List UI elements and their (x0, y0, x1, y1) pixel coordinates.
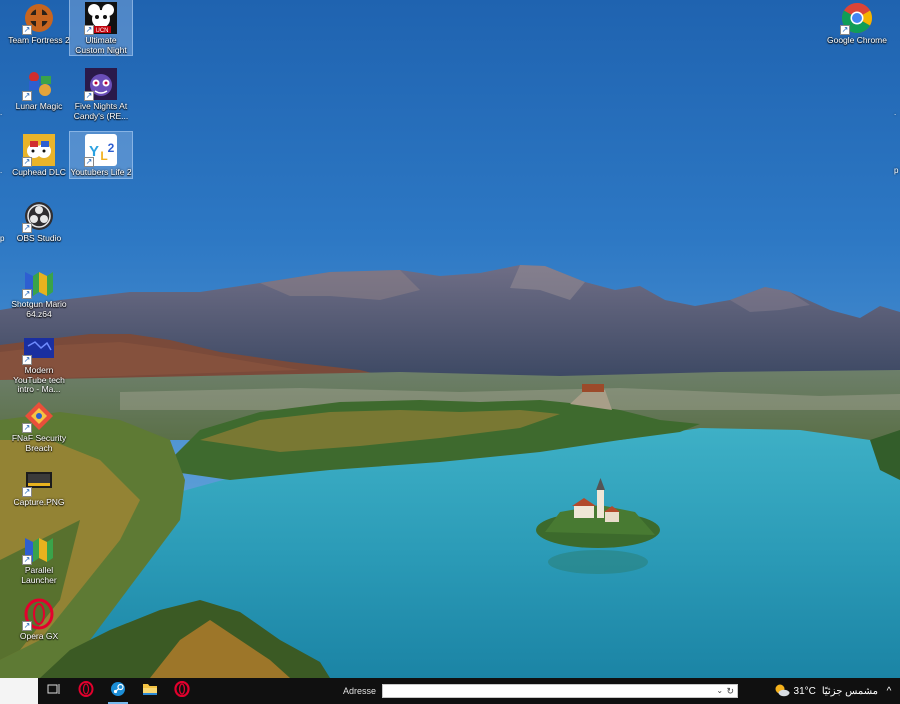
shortcut-arrow-icon: ↗ (84, 25, 94, 35)
shortcut-arrow-icon: ↗ (22, 487, 32, 497)
shortcut-arrow-icon: ↗ (22, 555, 32, 565)
desktop-icon-lunar[interactable]: ↗ Lunar Magic (8, 66, 70, 112)
taskbar-file-explorer[interactable] (134, 678, 166, 704)
taskbar: Adresse ⌄ ↻ 31°C مشمس جزئيًا ^ (0, 678, 900, 704)
desktop-icon-capture[interactable]: ↗ Capture.PNG (8, 462, 70, 508)
fnaf-security-breach-icon: ↗ (22, 400, 55, 433)
weather-widget[interactable]: 31°C مشمس جزئيًا (774, 683, 878, 700)
team-fortress-2-icon: ↗ (22, 2, 55, 35)
desktop-icon-label: Google Chrome (826, 35, 887, 45)
task-view-button[interactable] (38, 678, 70, 704)
start-button[interactable] (0, 678, 38, 704)
desktop-icon-ucn[interactable]: UCN ↗ Ultimate Custom Night (69, 0, 133, 56)
chrome-icon: ↗ (840, 2, 873, 35)
shortcut-arrow-icon: ↗ (22, 157, 32, 167)
task-view-icon (47, 682, 61, 700)
shortcut-arrow-icon: ↗ (22, 423, 32, 433)
desktop-icon-label: Opera GX (19, 631, 59, 641)
desktop-wallpaper (0, 0, 900, 678)
opera-icon (174, 680, 190, 702)
desktop-icon-tf2[interactable]: ↗ Team Fortress 2 (8, 0, 70, 46)
shortcut-arrow-icon: ↗ (840, 25, 850, 35)
offscreen-icon-fragment: p (0, 234, 5, 243)
desktop-icon-label: Modern YouTube tech intro - Ma... (13, 365, 65, 394)
shortcut-arrow-icon: ↗ (22, 91, 32, 101)
shortcut-arrow-icon: ↗ (22, 25, 32, 35)
address-input[interactable]: ⌄ ↻ (382, 684, 739, 698)
desktop-icon-yl2[interactable]: Y L 2 ↗ Youtubers Life 2 (69, 131, 133, 179)
offscreen-icon-fragment: . (0, 166, 3, 175)
n64-icon: ↗ (22, 532, 55, 565)
show-hidden-icons-button[interactable]: ^ (878, 686, 900, 697)
desktop-icon-obs[interactable]: ↗ OBS Studio (8, 198, 70, 244)
cuphead-icon: ↗ (22, 134, 55, 167)
shortcut-arrow-icon: ↗ (84, 91, 94, 101)
offscreen-icon-fragment: p (894, 166, 899, 175)
refresh-icon[interactable]: ↻ (726, 685, 734, 697)
shortcut-arrow-icon: ↗ (22, 355, 32, 365)
svg-text:L: L (100, 149, 107, 163)
taskbar-opera-gx[interactable] (70, 678, 102, 704)
desktop-icon-parallel[interactable]: ↗ Parallel Launcher (8, 530, 70, 585)
desktop-icon-label: Shotgun Mario 64.z64 (11, 299, 67, 319)
desktop-icon-label: Team Fortress 2 (8, 35, 70, 45)
taskbar-opera[interactable] (166, 678, 198, 704)
opera-gx-icon: ↗ (22, 598, 55, 631)
weather-description: مشمس جزئيًا (821, 685, 878, 697)
desktop-icon-label: Lunar Magic (15, 101, 63, 111)
shortcut-arrow-icon: ↗ (22, 223, 32, 233)
n64-icon: ↗ (22, 266, 55, 299)
desktop-icon-label: Five Nights At Candy's (RE... (73, 101, 129, 121)
video-thumbnail-icon: ↗ (22, 332, 55, 365)
steam-icon (110, 681, 126, 702)
obs-studio-icon: ↗ (22, 200, 55, 233)
svg-text:UCN: UCN (96, 28, 109, 34)
chevron-down-icon[interactable]: ⌄ (716, 685, 723, 697)
chevron-up-icon: ^ (886, 685, 892, 697)
shortcut-arrow-icon: ↗ (22, 289, 32, 299)
weather-temperature: 31°C (793, 685, 816, 697)
desktop-icon-fnaf[interactable]: ↗ FNaF Security Breach (8, 398, 70, 453)
desktop-icon-label: Ultimate Custom Night (75, 35, 127, 55)
desktop-icon-operagx[interactable]: ↗ Opera GX (8, 596, 70, 642)
address-toolbar-label: Adresse (343, 686, 377, 696)
ultimate-custom-night-icon: UCN ↗ (84, 2, 117, 35)
lunar-magic-icon: ↗ (22, 68, 55, 101)
desktop-icon-label: Cuphead DLC (12, 167, 66, 177)
image-file-icon: ↗ (22, 464, 55, 497)
desktop-icon-label: Youtubers Life 2 (70, 167, 132, 177)
desktop-icon-label: FNaF Security Breach (11, 433, 67, 453)
desktop-icon-google-chrome[interactable]: ↗ Google Chrome (826, 0, 888, 46)
desktop-icon-label: Capture.PNG (13, 497, 65, 507)
desktop-icon-modernyt[interactable]: ↗ Modern YouTube tech intro - Ma... (8, 330, 70, 395)
folder-icon (142, 682, 158, 701)
desktop-icon-label: Parallel Launcher (21, 565, 57, 585)
desktop-icon-fnac[interactable]: ↗ Five Nights At Candy's (RE... (70, 66, 132, 121)
opera-gx-icon (78, 680, 94, 702)
partly-sunny-icon (774, 683, 790, 700)
shortcut-arrow-icon: ↗ (84, 157, 94, 167)
svg-text:2: 2 (108, 141, 115, 155)
offscreen-icon-fragment: . (894, 108, 897, 117)
desktop-icon-label: OBS Studio (16, 233, 62, 243)
shortcut-arrow-icon: ↗ (22, 621, 32, 631)
desktop-icon-shotgun[interactable]: ↗ Shotgun Mario 64.z64 (8, 264, 70, 319)
youtubers-life-2-icon: Y L 2 ↗ (84, 134, 117, 167)
offscreen-icon-fragment: . (0, 108, 3, 117)
desktop-icon-cuphead[interactable]: ↗ Cuphead DLC (8, 132, 70, 178)
taskbar-steam[interactable] (102, 678, 134, 704)
five-nights-at-candys-icon: ↗ (84, 68, 117, 101)
